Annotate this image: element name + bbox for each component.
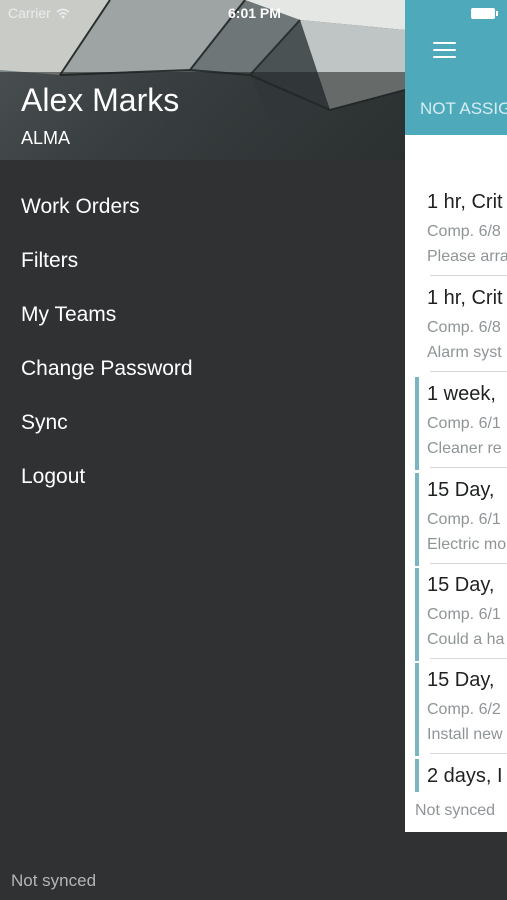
divider <box>430 467 507 468</box>
menu-item-work-orders[interactable]: Work Orders <box>0 180 405 234</box>
work-order-item[interactable]: 15 Day, Comp. 6/1 Could a ha <box>415 568 507 661</box>
work-order-date: Comp. 6/1 <box>427 415 501 432</box>
work-order-date: Comp. 6/1 <box>427 606 501 623</box>
work-order-description: Electric mo <box>427 536 507 553</box>
work-order-item[interactable]: 1 hr, Crit Comp. 6/8 Alarm syst <box>415 281 507 374</box>
work-order-date: Comp. 6/1 <box>427 511 501 528</box>
work-order-title: 1 hr, Crit <box>427 191 503 213</box>
work-order-title: 2 days, I <box>427 765 503 787</box>
divider <box>430 658 507 659</box>
work-order-description: Please arra <box>427 248 507 265</box>
divider <box>430 563 507 564</box>
drawer-header: Carrier 6:01 PM Alex Marks ALMA <box>0 0 405 160</box>
status-bar-left: Carrier <box>8 5 70 21</box>
user-name: Alex Marks <box>21 82 180 118</box>
work-order-title: 15 Day, <box>427 669 495 691</box>
menu-item-my-teams[interactable]: My Teams <box>0 288 405 342</box>
menu-item-logout[interactable]: Logout <box>0 450 405 504</box>
menu-item-filters[interactable]: Filters <box>0 234 405 288</box>
list-sync-status: Not synced <box>415 802 496 819</box>
work-order-description: Alarm syst <box>427 344 502 361</box>
battery-icon <box>471 8 498 19</box>
navigation-drawer: Carrier 6:01 PM Alex Marks ALMA Work Ord… <box>0 0 405 900</box>
tab-not-assigned[interactable]: NOT ASSIG <box>420 99 507 119</box>
work-order-date: Comp. 6/8 <box>427 223 501 240</box>
divider <box>430 371 507 372</box>
status-bar-time: 6:01 PM <box>228 5 281 21</box>
work-order-title: 1 hr, Crit <box>427 287 503 309</box>
work-order-date: Comp. 6/2 <box>427 701 501 718</box>
work-orders-panel: NOT ASSIG 1 hr, Crit Comp. 6/8 Please ar… <box>405 0 507 900</box>
work-order-item[interactable]: 1 week, Comp. 6/1 Cleaner re <box>415 377 507 470</box>
top-bar: NOT ASSIG <box>405 0 507 135</box>
hamburger-menu-icon[interactable] <box>433 42 456 60</box>
work-order-item[interactable]: 15 Day, Comp. 6/1 Electric mo <box>415 473 507 566</box>
work-order-title: 15 Day, <box>427 479 495 501</box>
divider <box>430 753 507 754</box>
work-order-item[interactable]: 15 Day, Comp. 6/2 Install new <box>415 663 507 756</box>
user-organization: ALMA <box>21 128 71 148</box>
carrier-label: Carrier <box>8 5 51 21</box>
work-order-title: 15 Day, <box>427 574 495 596</box>
sync-status: Not synced <box>11 871 97 890</box>
work-order-description: Could a ha <box>427 631 505 648</box>
work-order-list: 1 hr, Crit Comp. 6/8 Please arra 1 hr, C… <box>405 135 507 832</box>
work-order-date: Comp. 6/8 <box>427 319 501 336</box>
drawer-menu: Work Orders Filters My Teams Change Pass… <box>0 180 405 504</box>
work-order-description: Install new <box>427 726 503 743</box>
work-order-title: 1 week, <box>427 383 496 405</box>
menu-item-change-password[interactable]: Change Password <box>0 342 405 396</box>
work-order-description: Cleaner re <box>427 440 502 457</box>
work-order-item[interactable]: 2 days, I <box>415 759 507 792</box>
menu-item-sync[interactable]: Sync <box>0 396 405 450</box>
work-order-item[interactable]: 1 hr, Crit Comp. 6/8 Please arra <box>415 185 507 278</box>
wifi-icon <box>56 8 70 18</box>
divider <box>430 275 507 276</box>
